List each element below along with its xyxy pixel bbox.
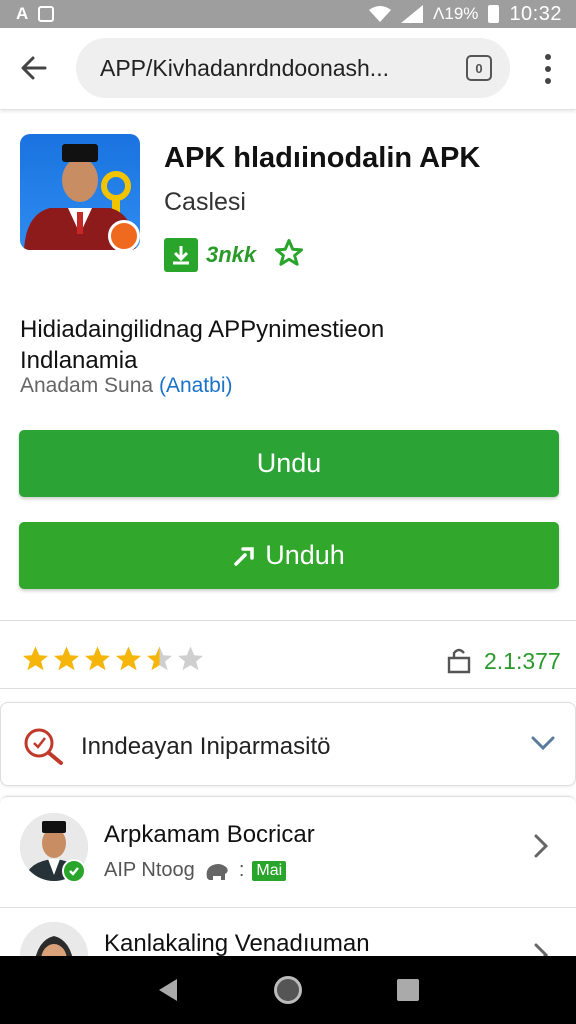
browser-toolbar: APP/Kivhadanrdndoonash... 0 [0,28,576,110]
overflow-menu-icon[interactable] [536,52,560,86]
app-title: APK hladıinodalin APK [164,142,481,174]
list-item-subtitle: AIP Ntoog [104,859,195,881]
address-bar[interactable]: APP/Kivhadanrdndoonash... 0 [76,38,510,98]
verified-icon [62,859,86,883]
app-developer[interactable]: Caslesi [164,188,246,217]
back-button[interactable] [16,50,52,86]
chevron-down-icon [531,736,555,751]
arrow-left-icon [21,56,47,80]
list-item-title: Kanlakaling Venadıuman [104,930,370,957]
status-app-letter: A [16,4,29,23]
url-text[interactable]: APP/Kivhadanrdndoonash... [100,55,440,82]
lock-icon [447,648,471,674]
list-item-tag: Mai [252,860,287,881]
system-nav-bar [0,956,576,1024]
status-bar: A Λ19% 10:32 [0,0,576,28]
sparkle-arrow-icon [234,546,254,566]
download-button[interactable]: Undu [19,430,559,497]
chevron-right-icon [534,834,549,858]
star-icon [54,646,79,671]
download-icon [164,238,198,272]
description-line-2: Indlanamia [20,347,138,374]
download-count: 2.1:377 [484,648,561,674]
nav-home-icon[interactable] [273,976,302,1004]
list-item-separator: : [238,859,245,881]
list-item-subtitle-row: AIP Ntoog : Mai [104,859,287,882]
half-star-icon [147,646,172,671]
download-button-label: Undu [256,448,322,478]
rating-stars [20,644,206,674]
download-apk-button[interactable]: Unduh [19,522,559,589]
star-icon [23,646,48,671]
battery-percent: Λ19% [433,4,479,23]
app-meta: 3nkk [206,242,257,267]
clock: 10:32 [509,2,562,25]
info-label: Inndeayan Iniparmasitö [81,733,331,760]
author-label: Anadam Suna [20,374,154,397]
elephant-icon [206,863,228,880]
star-icon [85,646,110,671]
tab-switcher-button[interactable]: 0 [466,55,492,81]
author-row: Anadam Suna (Anatbi) [20,374,232,398]
author-link[interactable]: (Anatbi) [159,374,233,397]
empty-star-icon [178,646,203,671]
list-item[interactable]: Arpkamam Bocricar AIP Ntoog : Mai [0,797,576,907]
search-magnifier-icon [24,728,63,765]
divider [0,620,576,621]
nav-back-icon[interactable] [157,977,179,1003]
star-outline-icon[interactable] [274,238,304,268]
app-description: Hidiadaingilidnag APPynimestieon Indlana… [20,314,384,376]
notification-icon [38,6,55,22]
wifi-icon [369,6,392,22]
related-list: Arpkamam Bocricar AIP Ntoog : Mai Kanlak… [0,796,576,966]
app-badge-icon [108,220,140,252]
battery-icon [488,5,500,23]
nav-recents-icon[interactable] [396,979,419,1001]
divider [0,688,576,689]
list-item-title: Arpkamam Bocricar [104,821,315,848]
star-icon [116,646,141,671]
info-dropdown[interactable]: Inndeayan Iniparmasitö [0,702,576,786]
description-line-1: Hidiadaingilidnag APPynimestieon [20,316,385,343]
signal-icon [401,5,424,23]
download-apk-button-label: Unduh [265,540,345,570]
